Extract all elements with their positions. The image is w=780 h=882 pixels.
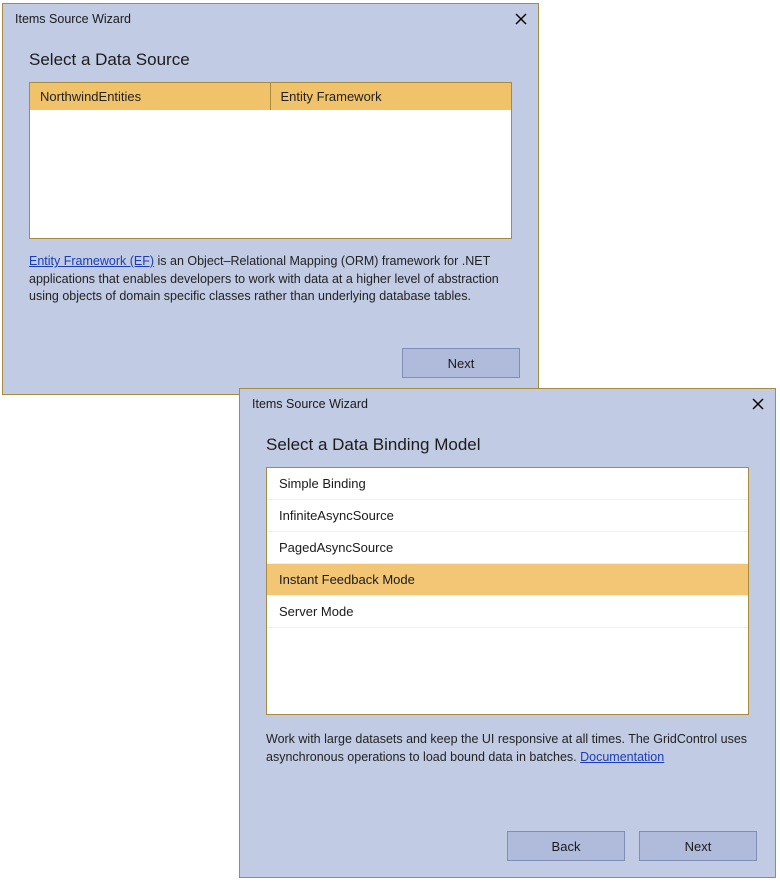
list-item[interactable]: InfiniteAsyncSource [267,500,748,532]
table-header-cell-name: NorthwindEntities [30,83,271,110]
entity-framework-link[interactable]: Entity Framework (EF) [29,254,154,268]
titlebar: Items Source Wizard [240,389,775,419]
table-header-row[interactable]: NorthwindEntities Entity Framework [30,83,511,110]
next-button[interactable]: Next [639,831,757,861]
close-icon[interactable] [514,12,528,26]
page-heading: Select a Data Source [29,50,512,70]
table-body-empty [30,110,511,238]
documentation-link[interactable]: Documentation [580,750,664,764]
button-bar: Back Next [507,831,757,861]
back-button[interactable]: Back [507,831,625,861]
list-item[interactable]: Server Mode [267,596,748,628]
list-item[interactable]: Simple Binding [267,468,748,500]
data-source-table: NorthwindEntities Entity Framework [29,82,512,239]
close-icon[interactable] [751,397,765,411]
description-body: Work with large datasets and keep the UI… [266,732,747,764]
dialog-title: Items Source Wizard [15,12,514,26]
items-source-wizard-dialog-datasource: Items Source Wizard Select a Data Source… [2,3,539,395]
items-source-wizard-dialog-binding: Items Source Wizard Select a Data Bindin… [239,388,776,878]
titlebar: Items Source Wizard [3,4,538,34]
binding-model-list: Simple BindingInfiniteAsyncSourcePagedAs… [266,467,749,715]
dialog-content: Select a Data Source NorthwindEntities E… [3,34,538,320]
description-text: Work with large datasets and keep the UI… [266,731,749,766]
list-item[interactable]: PagedAsyncSource [267,532,748,564]
dialog-title: Items Source Wizard [252,397,751,411]
button-bar: Next [402,348,520,378]
list-item[interactable]: Instant Feedback Mode [267,564,748,596]
table-header-cell-type: Entity Framework [271,83,512,110]
next-button[interactable]: Next [402,348,520,378]
description-text: Entity Framework (EF) is an Object–Relat… [29,253,512,306]
page-heading: Select a Data Binding Model [266,435,749,455]
list-empty-area [267,628,748,714]
dialog-content: Select a Data Binding Model Simple Bindi… [240,419,775,780]
